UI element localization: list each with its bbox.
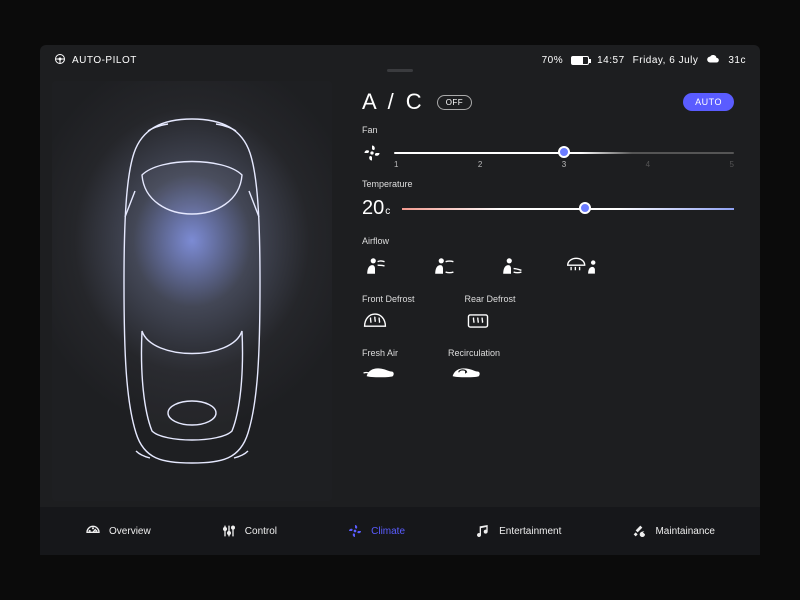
- gauge-icon: [85, 523, 101, 539]
- clock: 14:57: [597, 55, 625, 66]
- bottom-nav: Overview Control Climate Entertainment M…: [40, 507, 760, 555]
- fan-icon: [362, 143, 382, 163]
- fan-section: Fan 1 2 3 4 5: [362, 125, 734, 163]
- ac-toggle[interactable]: OFF: [437, 95, 473, 110]
- rear-defrost[interactable]: Rear Defrost: [465, 294, 516, 332]
- dashboard-screen: AUTO-PILOT 70% 14:57 Friday, 6 July 31c: [40, 45, 760, 555]
- tools-icon: [631, 523, 647, 539]
- airflow-windshield-face[interactable]: [566, 254, 600, 278]
- vehicle-topdown: [52, 81, 332, 501]
- fan-icon: [347, 523, 363, 539]
- nav-overview[interactable]: Overview: [85, 523, 151, 539]
- weather-icon: [706, 53, 720, 68]
- fresh-air[interactable]: Fresh Air: [362, 348, 398, 382]
- defrost-section: Front Defrost Rear Defrost: [362, 294, 734, 332]
- auto-button[interactable]: AUTO: [683, 93, 734, 111]
- airflow-section: Airflow: [362, 236, 734, 278]
- temperature-value: 20c: [362, 197, 390, 220]
- airflow-label: Airflow: [362, 236, 734, 246]
- sliders-icon: [221, 523, 237, 539]
- intake-section: Fresh Air Recirculation: [362, 348, 734, 382]
- music-icon: [475, 523, 491, 539]
- climate-panel: A / C OFF AUTO Fan 1 2: [332, 75, 760, 507]
- nav-maintenance[interactable]: Maintainance: [631, 523, 714, 539]
- temperature-label: Temperature: [362, 179, 734, 189]
- battery-pct: 70%: [542, 55, 564, 66]
- temperature-slider[interactable]: [402, 202, 734, 216]
- nav-climate[interactable]: Climate: [347, 523, 405, 539]
- fan-label: Fan: [362, 125, 734, 135]
- airflow-face[interactable]: [362, 254, 388, 278]
- status-bar: AUTO-PILOT 70% 14:57 Friday, 6 July 31c: [40, 45, 760, 75]
- fan-slider[interactable]: 1 2 3 4 5: [394, 146, 734, 160]
- car-outline-icon: [102, 111, 282, 471]
- airflow-face-feet[interactable]: [430, 254, 456, 278]
- nav-control[interactable]: Control: [221, 523, 277, 539]
- battery-icon: [571, 56, 589, 65]
- outside-temp: 31c: [728, 55, 746, 66]
- ac-title: A / C: [362, 89, 425, 115]
- drive-mode-label: AUTO-PILOT: [72, 55, 137, 66]
- date: Friday, 6 July: [633, 55, 699, 66]
- front-defrost[interactable]: Front Defrost: [362, 294, 415, 332]
- recirculation[interactable]: Recirculation: [448, 348, 500, 382]
- steering-wheel-icon: [54, 53, 66, 68]
- nav-entertainment[interactable]: Entertainment: [475, 523, 561, 539]
- temperature-section: Temperature 20c: [362, 179, 734, 220]
- airflow-feet[interactable]: [498, 254, 524, 278]
